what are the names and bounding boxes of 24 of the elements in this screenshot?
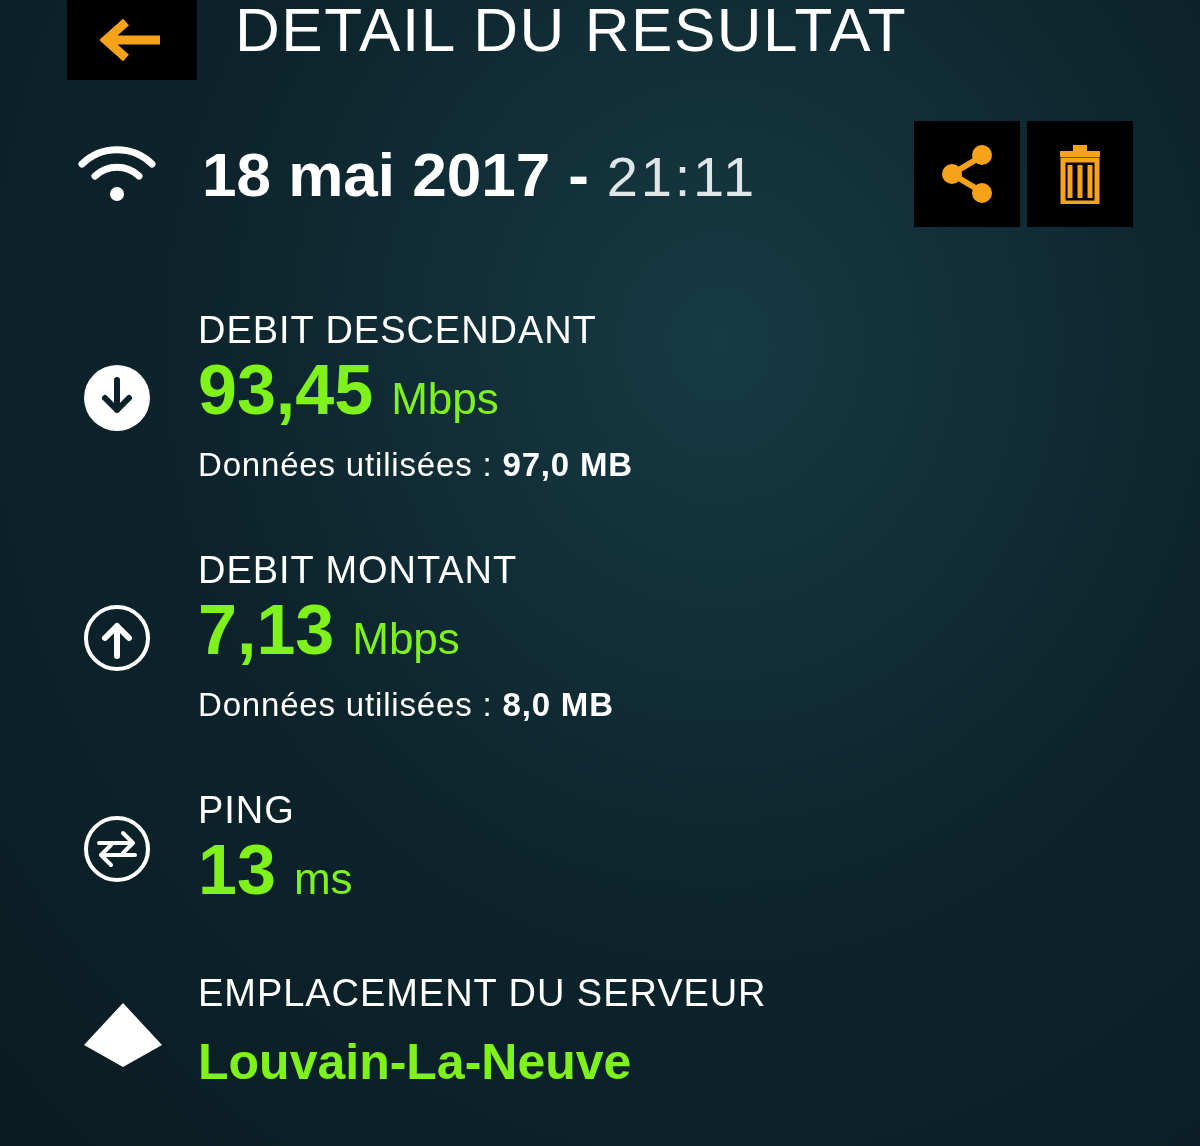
result-date: 18 mai 2017 — [202, 138, 551, 211]
share-icon — [940, 143, 994, 205]
data-used-text: Données utilisées : 97,0 MB — [198, 444, 633, 485]
date-separator: - — [568, 138, 589, 211]
data-used-text: Données utilisées : 8,0 MB — [198, 684, 614, 725]
trash-icon — [1059, 144, 1101, 204]
metric-label: DEBIT DESCENDANT — [198, 308, 598, 353]
metric-label: PING — [198, 788, 296, 833]
screen-title: DETAIL DU RESULTAT — [235, 0, 908, 61]
metric-value: 7,13 — [198, 594, 335, 665]
result-time: 21:11 — [606, 143, 757, 210]
metric-label: DEBIT MONTANT — [198, 548, 519, 593]
server-location: Louvain-La-Neuve — [198, 1033, 633, 1092]
metric-value: 93,45 — [198, 354, 374, 425]
share-button[interactable] — [914, 121, 1020, 227]
back-button[interactable] — [67, 0, 197, 80]
metric-unit: Mbps — [391, 372, 499, 425]
metric-unit: Mbps — [352, 612, 460, 665]
wifi-icon — [78, 146, 156, 202]
delete-button[interactable] — [1027, 121, 1133, 227]
metric-unit: ms — [293, 852, 353, 905]
metric-label: EMPLACEMENT DU SERVEUR — [198, 970, 767, 1016]
exchange-arrows-icon — [83, 815, 151, 884]
metric-value: 13 — [198, 834, 276, 905]
